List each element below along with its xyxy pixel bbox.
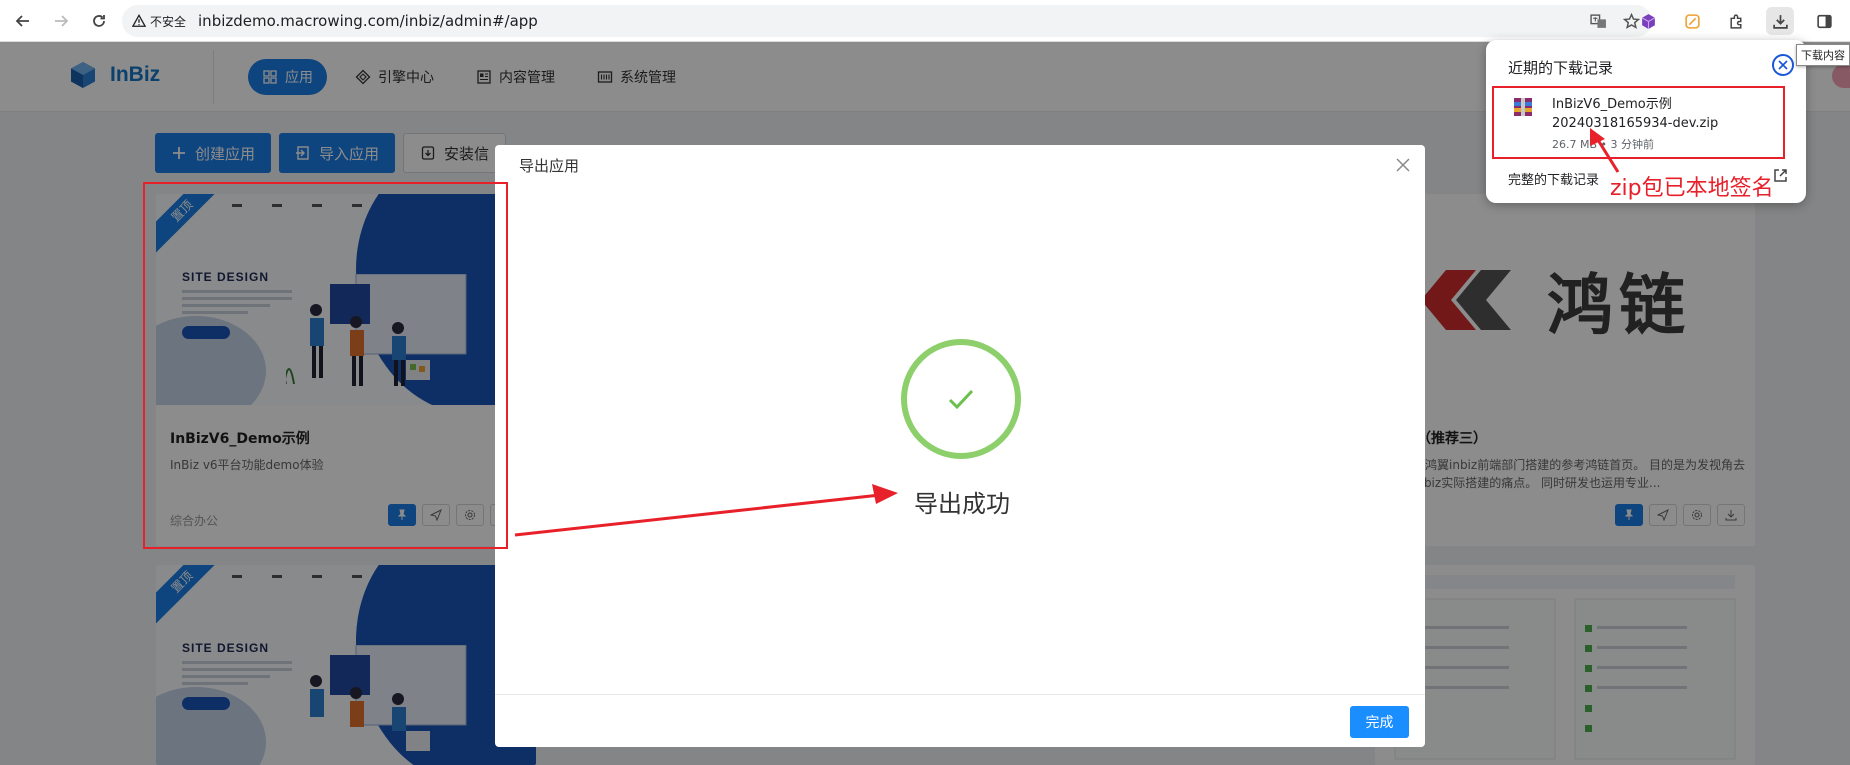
reload-icon [93,14,105,27]
browser-toolbar: 不安全 inbizdemo.macrowing.com/inbiz/admin#… [0,0,1850,42]
download-icon [1772,14,1788,29]
downloads-button[interactable] [1766,7,1794,35]
side-panel-icon [1816,14,1832,28]
close-icon [1778,60,1788,70]
downloads-title: 近期的下载记录 [1508,59,1614,77]
forward-arrow-icon [55,14,69,27]
reload-button[interactable] [82,4,116,38]
annotation-note: zip包已本地签名 [1610,176,1774,201]
address-bar[interactable]: 不安全 inbizdemo.macrowing.com/inbiz/admin#… [122,5,1652,37]
export-app-dialog: 导出应用 导出成功 完成 [495,145,1425,747]
forward-button[interactable] [44,4,78,38]
security-label: 不安全 [150,14,187,29]
side-panel-button[interactable] [1810,7,1838,35]
purple-cube-icon [1641,13,1655,29]
success-indicator [901,339,1021,459]
extensions-button[interactable] [1722,7,1750,35]
all-downloads-link[interactable]: 完整的下载记录 [1508,169,1599,188]
dialog-title: 导出应用 [519,156,580,175]
extension-purple[interactable] [1634,7,1662,35]
extension-area [1634,7,1838,35]
downloads-tooltip: 下载内容 [1796,44,1850,66]
open-external-icon[interactable] [1773,168,1788,183]
annotation-highlight-download [1492,86,1785,159]
annotation-highlight-card [143,182,508,549]
back-button[interactable] [6,4,40,38]
close-icon[interactable] [1395,157,1411,173]
translate-icon[interactable] [1590,13,1607,30]
url-text[interactable]: inbizdemo.macrowing.com/inbiz/admin#/app [198,12,538,30]
checkmark-icon [948,389,974,410]
orange-extension-icon [1684,13,1700,29]
close-downloads-button[interactable] [1772,54,1794,76]
dialog-footer: 完成 [495,694,1425,747]
export-success-text: 导出成功 [914,490,1010,518]
back-arrow-icon [15,14,29,27]
security-indicator[interactable]: 不安全 [132,13,186,30]
puzzle-icon [1729,13,1741,29]
done-button[interactable]: 完成 [1350,706,1409,738]
warning-icon [132,14,146,27]
extension-orange[interactable] [1678,7,1706,35]
